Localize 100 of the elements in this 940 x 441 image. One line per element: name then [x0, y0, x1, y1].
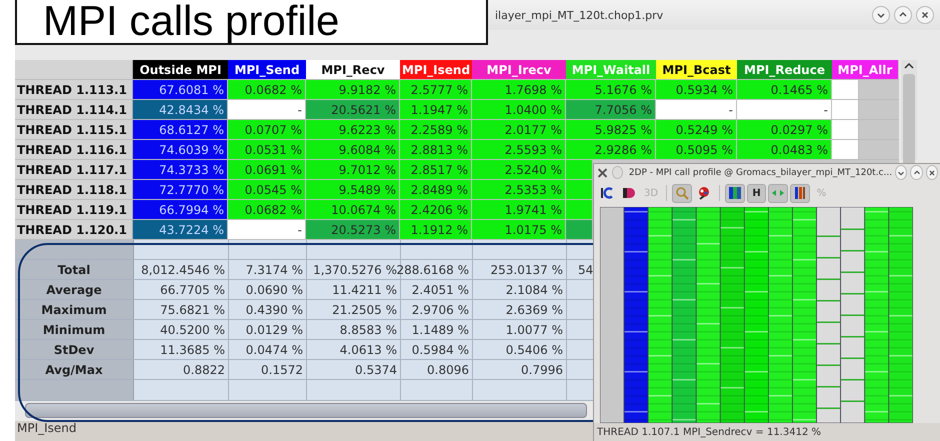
- table-cell: 21.2505 %: [332, 302, 397, 316]
- table-cell: 2.8517 %: [400, 160, 472, 179]
- minimize-button[interactable]: [872, 6, 890, 24]
- table-cell: -: [228, 220, 306, 239]
- table-cell: 40.5200 %: [160, 322, 225, 336]
- table-cell: 5.1676 %: [566, 80, 656, 99]
- row-header: THREAD 1.114.1: [15, 100, 133, 119]
- table-cell: 2.5593 %: [472, 140, 566, 159]
- row-header: Average: [15, 280, 134, 299]
- table-cell: 2.4051 %: [412, 282, 469, 296]
- table-cell: 2.4206 %: [400, 200, 472, 219]
- table-cell: 68.6127 %: [133, 120, 228, 139]
- row-header: THREAD 1.119.1: [15, 200, 133, 219]
- table-cell: 0.5095 %: [656, 140, 737, 159]
- minimize-button[interactable]: [895, 165, 908, 180]
- table-cell: 0.0531 %: [228, 140, 306, 159]
- table-cell: 1.0175 %: [472, 220, 566, 239]
- table-cell: 2.5240 %: [472, 160, 566, 179]
- table-cell: 9.6084 %: [306, 140, 400, 159]
- table-cell: 66.7705 %: [160, 282, 225, 296]
- table-cell: 0.5249 %: [656, 120, 737, 139]
- column-header[interactable]: MPI_Bcast: [656, 60, 737, 79]
- table-cell: -: [656, 100, 737, 119]
- column-header[interactable]: MPI_Isend: [400, 60, 472, 79]
- callout-title: MPI calls profile: [15, 0, 488, 45]
- table-cell: 0.7996: [521, 362, 563, 376]
- row-header: StDev: [15, 340, 134, 359]
- close-icon: [919, 9, 931, 21]
- row-header: THREAD 1.120.1: [15, 220, 133, 239]
- row-header: Maximum: [15, 300, 134, 319]
- stripes-icon[interactable]: [790, 184, 810, 203]
- column-header[interactable]: MPI_Recv: [306, 60, 400, 79]
- column-header[interactable]: MPI_Allr: [832, 60, 898, 79]
- row-header: THREAD 1.117.1: [15, 160, 133, 179]
- table-cell: 2.2589 %: [400, 120, 472, 139]
- table-cell: 4.0613 %: [340, 342, 397, 356]
- table-cell: 1.9741 %: [472, 200, 566, 219]
- popup-title: 2DP - MPI call profile @ Gromacs_bilayer_mpi_MT_120t.c...: [628, 168, 892, 178]
- close-button[interactable]: [926, 165, 938, 180]
- table-cell: 0.0474 %: [246, 342, 303, 356]
- table-cell: 11.4211 %: [332, 282, 397, 296]
- column-header[interactable]: MPI_Send: [228, 60, 306, 79]
- table-cell: 0.0682 %: [228, 80, 306, 99]
- table-cell: 75.6821 %: [160, 302, 225, 316]
- table-cell: 9.6223 %: [306, 120, 400, 139]
- table-cell: -: [737, 100, 832, 119]
- table-cell: 288.6168 %: [396, 262, 469, 276]
- table-cell: 2.5353 %: [472, 180, 566, 199]
- table-cell: 0.0691 %: [228, 160, 306, 179]
- close-button[interactable]: [916, 6, 934, 24]
- table-cell: 8,012.4546 %: [141, 262, 225, 276]
- table-cell: 74.6039 %: [133, 140, 228, 159]
- table-cell: 1.7698 %: [472, 80, 566, 99]
- table-cell: 1.0400 %: [472, 100, 566, 119]
- maximize-button[interactable]: [910, 165, 923, 180]
- table-cell: 42.8434 %: [133, 100, 228, 119]
- window-title: ilayer_mpi_MT_120t.chop1.prv: [495, 8, 664, 22]
- table-cell: 11.3685 %: [160, 342, 225, 356]
- toolbar-button[interactable]: H: [747, 184, 766, 203]
- row-header: THREAD 1.115.1: [15, 120, 133, 139]
- horizontal-scrollbar[interactable]: [25, 403, 587, 418]
- table-cell: 0.8822: [183, 362, 225, 376]
- table-cell: 2.9286 %: [566, 140, 656, 159]
- row-header: Total: [15, 260, 134, 279]
- vertical-scrollbar[interactable]: [901, 60, 917, 160]
- scroll-up-icon[interactable]: [904, 62, 914, 70]
- column-header[interactable]: MPI_Reduce: [737, 60, 832, 79]
- table-cell: 1,370.5276 %: [313, 262, 397, 276]
- table-cell: 0.5374: [355, 362, 397, 376]
- table-cell: 0.0545 %: [228, 180, 306, 199]
- table-cell: 0.0707 %: [228, 120, 306, 139]
- maximize-button[interactable]: [894, 6, 912, 24]
- column-header[interactable]: Outside MPI: [133, 60, 228, 79]
- row-header: THREAD 1.116.1: [15, 140, 133, 159]
- table-cell: 54: [578, 262, 594, 276]
- table-cell: 0.5406 %: [506, 342, 563, 356]
- table-cell: 0.1572: [261, 362, 303, 376]
- table-cell: 67.6081 %: [133, 80, 228, 99]
- table-cell: 2.0177 %: [472, 120, 566, 139]
- table-cell: 0.0690 %: [246, 282, 303, 296]
- table-cell: 2.5777 %: [400, 80, 472, 99]
- table-cell: 1.0077 %: [506, 322, 563, 336]
- row-header: THREAD 1.113.1: [15, 80, 133, 99]
- table-cell: 20.5621 %: [306, 100, 400, 119]
- table-cell: 43.7224 %: [133, 220, 228, 239]
- table-cell: -: [228, 100, 306, 119]
- table-cell: 72.7770 %: [133, 180, 228, 199]
- table-cell: 1.1489 %: [412, 322, 469, 336]
- table-cell: 10.0674 %: [306, 200, 400, 219]
- table-cell: 66.7994 %: [133, 200, 228, 219]
- table-cell: 2.8489 %: [400, 180, 472, 199]
- column-header[interactable]: MPI_Irecv: [472, 60, 566, 79]
- bars-icon[interactable]: [725, 184, 746, 203]
- table-cell: 0.1465 %: [737, 80, 832, 99]
- table-cell: 0.0129 %: [246, 322, 303, 336]
- table-cell: 2.6369 %: [506, 302, 563, 316]
- table-cell: 7.3174 %: [246, 262, 303, 276]
- table-cell: 20.5273 %: [306, 220, 400, 239]
- table-cell: 9.5489 %: [306, 180, 400, 199]
- table-cell: 8.8583 %: [340, 322, 397, 336]
